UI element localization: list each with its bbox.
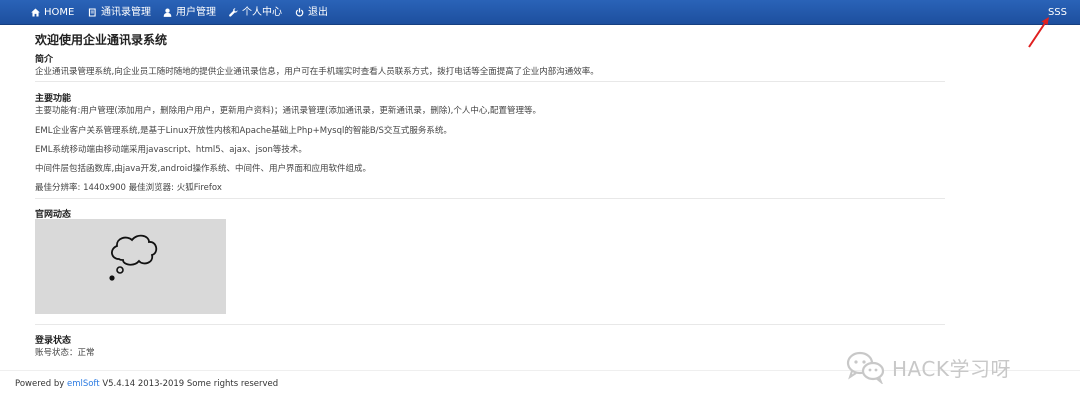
- power-icon: [295, 8, 304, 17]
- nav-item-users[interactable]: 用户管理: [163, 0, 216, 25]
- thought-bubble-icon: [109, 234, 158, 281]
- nav-item-home[interactable]: HOME: [31, 0, 74, 25]
- divider: [35, 324, 945, 325]
- nav-item-label: 用户管理: [176, 7, 216, 18]
- user-icon: [163, 8, 172, 17]
- nav-item-label: HOME: [44, 7, 75, 18]
- features-line: 主要功能有:用户管理(添加用户，删除用户用户，更新用户资料)；通讯录管理(添加通…: [35, 106, 542, 116]
- login-status-heading: 登录状态: [35, 336, 72, 346]
- footer-link-emlsoft[interactable]: emlSoft: [67, 379, 100, 389]
- features-line: 最佳分辨率: 1440x900 最佳浏览器: 火狐Firefox: [35, 183, 222, 193]
- nav-item-label: 退出: [308, 7, 328, 18]
- features-line: 中间件层包括函数库,由java开发,android操作系统、中间件、用户界面和应…: [35, 164, 371, 174]
- account-status-text: 账号状态：正常: [35, 348, 95, 358]
- intro-text: 企业通讯录管理系统,向企业员工随时随地的提供企业通讯录信息，用户可在手机端实时查…: [35, 67, 599, 77]
- footer: Powered by emlSoft V5.4.14 2013-2019 Som…: [15, 379, 278, 389]
- watermark-text: HACK学习呀: [892, 356, 1011, 381]
- page-title: 欢迎使用企业通讯录系统: [35, 33, 168, 47]
- wechat-icon: [846, 351, 885, 384]
- footer-prefix: Powered by: [15, 379, 67, 389]
- footer-suffix: V5.4.14 2013-2019 Some rights reserved: [99, 379, 279, 389]
- intro-heading: 简介: [35, 55, 54, 65]
- book-icon: [88, 8, 96, 17]
- top-navbar: HOME 通讯录管理 用户管理 个人中心 退出 SSS: [0, 0, 1080, 25]
- nav-item-profile[interactable]: 个人中心: [229, 0, 282, 25]
- annotation-arrow: [1028, 17, 1049, 48]
- nav-item-label: 通讯录管理: [101, 7, 151, 18]
- watermark: HACK学习呀: [846, 350, 1011, 384]
- divider: [35, 81, 945, 82]
- divider: [35, 198, 945, 199]
- wrench-icon: [229, 8, 238, 17]
- features-line: EML系统移动端由移动端采用javascript、html5、ajax、json…: [35, 145, 307, 155]
- features-line: EML企业客户关系管理系统,是基于Linux开放性内核和Apache基础上Php…: [35, 126, 452, 136]
- home-icon: [31, 8, 40, 17]
- news-image-placeholder: [35, 219, 226, 314]
- nav-item-label: 个人中心: [242, 7, 282, 18]
- nav-item-logout[interactable]: 退出: [295, 0, 328, 25]
- features-heading: 主要功能: [35, 94, 72, 104]
- nav-item-contacts[interactable]: 通讯录管理: [88, 0, 151, 25]
